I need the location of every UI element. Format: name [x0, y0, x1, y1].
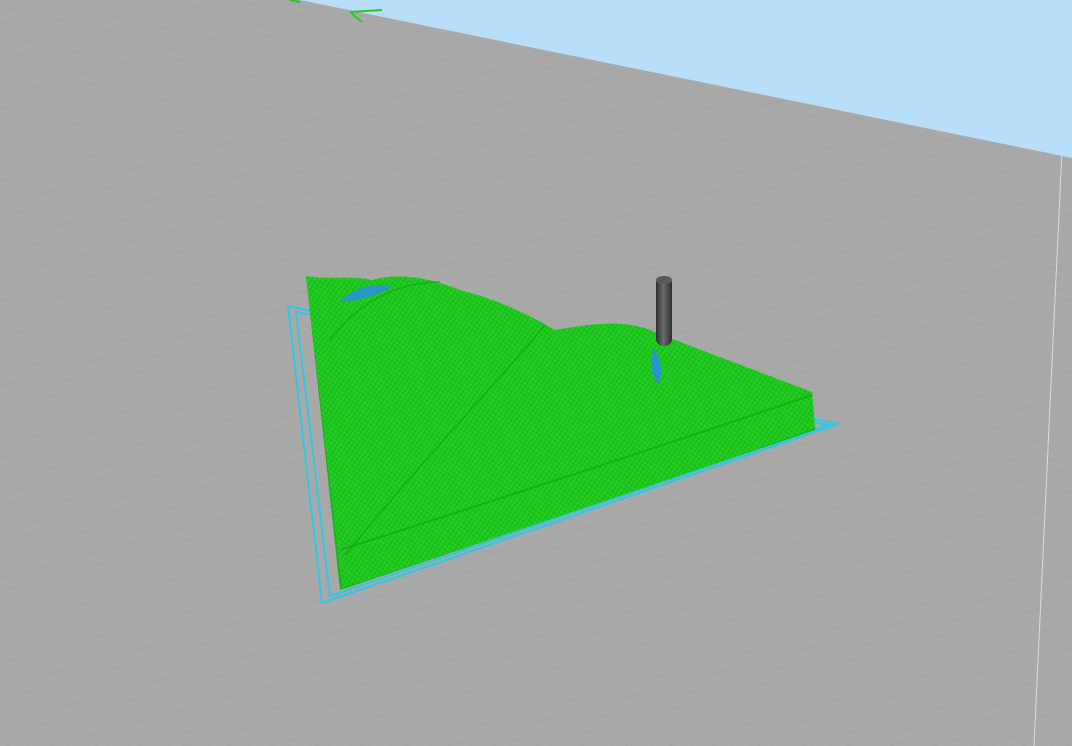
scene[interactable] — [0, 0, 1072, 746]
cutting-tool-icon[interactable] — [656, 276, 672, 346]
3d-viewport[interactable] — [0, 0, 1072, 746]
